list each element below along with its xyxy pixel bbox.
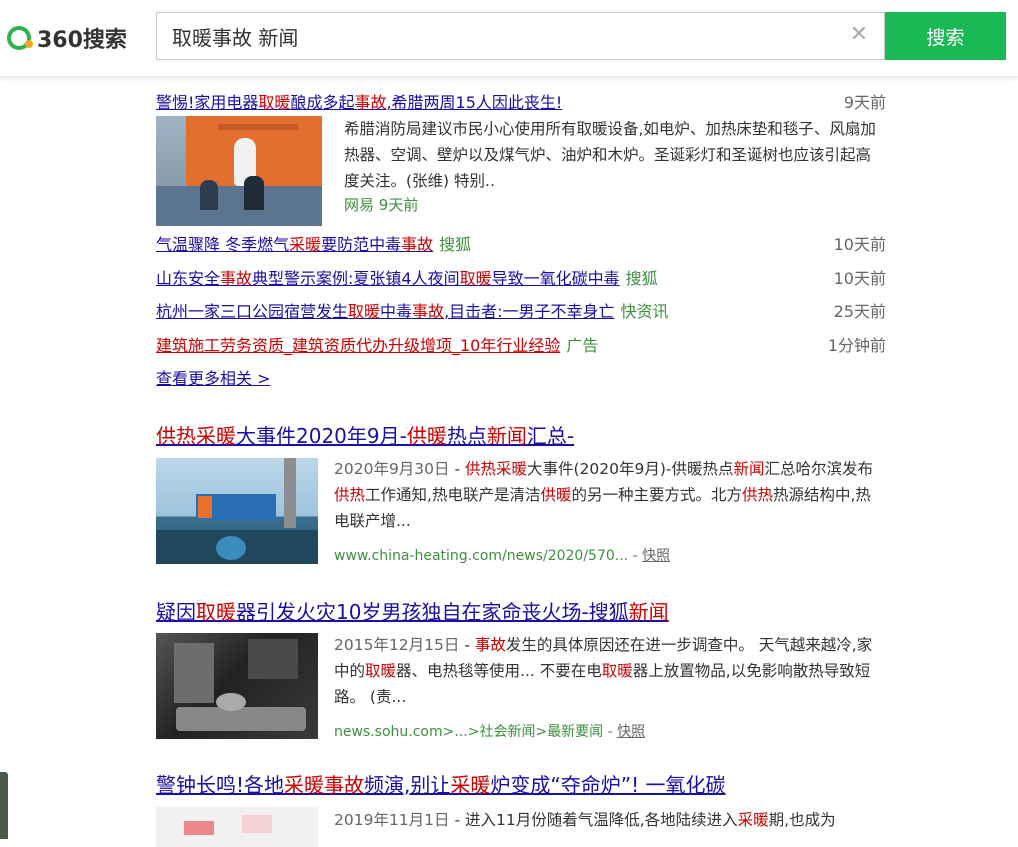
keyword-highlight: 供暖 [540,486,572,504]
result-description: 2020年9月30日 - 供热采暖大事件(2020年9月)-供暖热点新闻汇总哈尔… [334,460,874,530]
text-span: - 进入11月份随着气温降低,各地陆续进入 [449,811,738,829]
keyword-highlight: 供热采暖 [156,424,236,448]
text-span: 炉变成“夺命炉”! 一氧化碳 [490,773,726,797]
clear-icon[interactable]: ✕ [848,24,870,46]
side-panel-handle[interactable] [0,772,8,839]
text-span: 汇总哈尔滨发布 [764,460,874,478]
keyword-highlight: 取暖 [601,662,633,680]
text-span: 疑因 [156,600,196,624]
news-item-time: 10天前 [833,235,886,254]
keyword-highlight: 供热 [741,486,773,504]
keyword-highlight: 取暖 [196,600,236,624]
ad-time: 1分钟前 [827,336,886,355]
result-url: news.sohu.com>...>社会新闻>最新要闻 - 快照 [334,724,646,740]
news-item: 山东安全事故典型警示案例:夏张镇4人夜间取暖导致一氧化碳中毒 搜狐 10天前 [156,265,886,289]
result-thumbnail[interactable] [156,807,318,847]
text-span: 器引发火灾10岁男孩独自在家命丧火场-搜狐 [236,600,629,624]
result-url: www.china-heating.com/news/2020/570... -… [334,548,671,564]
ad-item: 建筑施工劳务资质_建筑资质代办升级增项_10年行业经验 广告 1分钟前 [156,332,886,356]
logo[interactable]: 360搜索 [7,22,127,54]
ad-label: 广告 [566,336,599,355]
news-item-link[interactable]: 气温骤降 冬季燃气采暖要防范中毒事故 [156,235,433,254]
snapshot-link[interactable]: 快照 [642,548,670,564]
keyword-highlight: 新闻 [486,424,527,448]
news-item-source[interactable]: 快资讯 [621,302,669,321]
news-meta: 网易 9天前 [344,194,418,215]
text-span: 热点 [446,424,487,448]
news-item-link[interactable]: 杭州一家三口公园宿营发生取暖中毒事故,目击者:一男子不幸身亡 [156,302,615,321]
keyword-highlight: 新闻 [628,600,669,624]
keyword-highlight: 采暖 [737,811,769,829]
text-span: 警钟长鸣!各地 [156,773,285,797]
news-time: 9天前 [378,196,419,214]
news-thumbnail[interactable] [156,116,322,226]
news-item-time: 10天前 [833,269,886,288]
news-item-time: 25天前 [833,302,886,321]
text-span: - [459,636,475,654]
news-item-source[interactable]: 搜狐 [626,269,658,288]
result-description: 2019年11月1日 - 进入11月份随着气温降低,各地陆续进入采暖期,也成为 [334,811,836,829]
keyword-highlight: 新闻 [733,460,765,478]
result-url-text[interactable]: www.china-heating.com/news/2020/570... [334,548,628,564]
news-item-link[interactable]: 山东安全事故典型警示案例:夏张镇4人夜间取暖导致一氧化碳中毒 [156,269,620,288]
text-span: 大事件(2020年9月)-供暖热点 [527,460,734,478]
news-item-source[interactable]: 搜狐 [439,235,471,254]
result-url-text[interactable]: news.sohu.com>...>社会新闻>最新要闻 [334,724,603,740]
news-item: 警惕!家用电器取暖酿成多起事故,希腊两周15人因此丧生! 9天前 [156,89,886,113]
news-item-time: 9天前 [843,93,886,112]
text-span: - [449,460,465,478]
search-button[interactable]: 搜索 [885,12,1006,60]
search-input[interactable] [157,13,837,59]
text-span: 汇总- [526,424,575,448]
result-description: 2015年12月15日 - 事故发生的具体原因还在进一步调查中。 天气越来越冷,… [334,636,873,706]
text-span: 器、电热毯等使用... 不要在电 [396,662,602,680]
text-span: 期,也成为 [768,811,836,829]
keyword-highlight: 供热 [334,486,366,504]
news-item-link[interactable]: 警惕!家用电器取暖酿成多起事故,希腊两周15人因此丧生! [156,93,562,112]
news-item: 杭州一家三口公园宿营发生取暖中毒事故,目击者:一男子不幸身亡 快资讯 25天前 [156,298,886,322]
text-span: 工作通知,热电联产是清洁 [365,486,541,504]
logo-text: 360搜索 [37,28,127,53]
search-box: ✕ [156,12,885,60]
result-thumbnail[interactable] [156,633,318,739]
result-thumbnail[interactable] [156,458,318,564]
keyword-highlight: 供暖 [406,424,447,448]
keyword-highlight: 供热采暖 [464,460,527,478]
text-span: 大事件2020年9月- [236,424,407,448]
news-source[interactable]: 网易 [344,196,374,214]
keyword-highlight: 采暖事故 [284,773,365,797]
result-title[interactable]: 疑因取暖器引发火灾10岁男孩独自在家命丧火场-搜狐新闻 [156,596,669,625]
news-description: 希腊消防局建议市民小心使用所有取暖设备,如电炉、加热床垫和毯子、风扇加热器、空调… [344,120,876,190]
keyword-highlight: 事故 [474,636,506,654]
header: 360搜索 ✕ 搜索 [0,0,1018,77]
keyword-highlight: 取暖 [365,662,397,680]
text-span: 频演,别让 [364,773,451,797]
result-title[interactable]: 供热采暖大事件2020年9月-供暖热点新闻汇总- [156,420,574,449]
news-item: 气温骤降 冬季燃气采暖要防范中毒事故 搜狐 10天前 [156,231,886,255]
more-related-link[interactable]: 查看更多相关 > [156,365,271,389]
result-title[interactable]: 警钟长鸣!各地采暖事故频演,别让采暖炉变成“夺命炉”! 一氧化碳 [156,769,726,798]
text-span: 的另一种主要方式。北方 [571,486,742,504]
snapshot-link[interactable]: 快照 [617,724,645,740]
logo-icon [7,26,33,50]
keyword-highlight: 采暖 [450,773,491,797]
ad-link[interactable]: 建筑施工劳务资质_建筑资质代办升级增项_10年行业经验 [156,336,560,355]
